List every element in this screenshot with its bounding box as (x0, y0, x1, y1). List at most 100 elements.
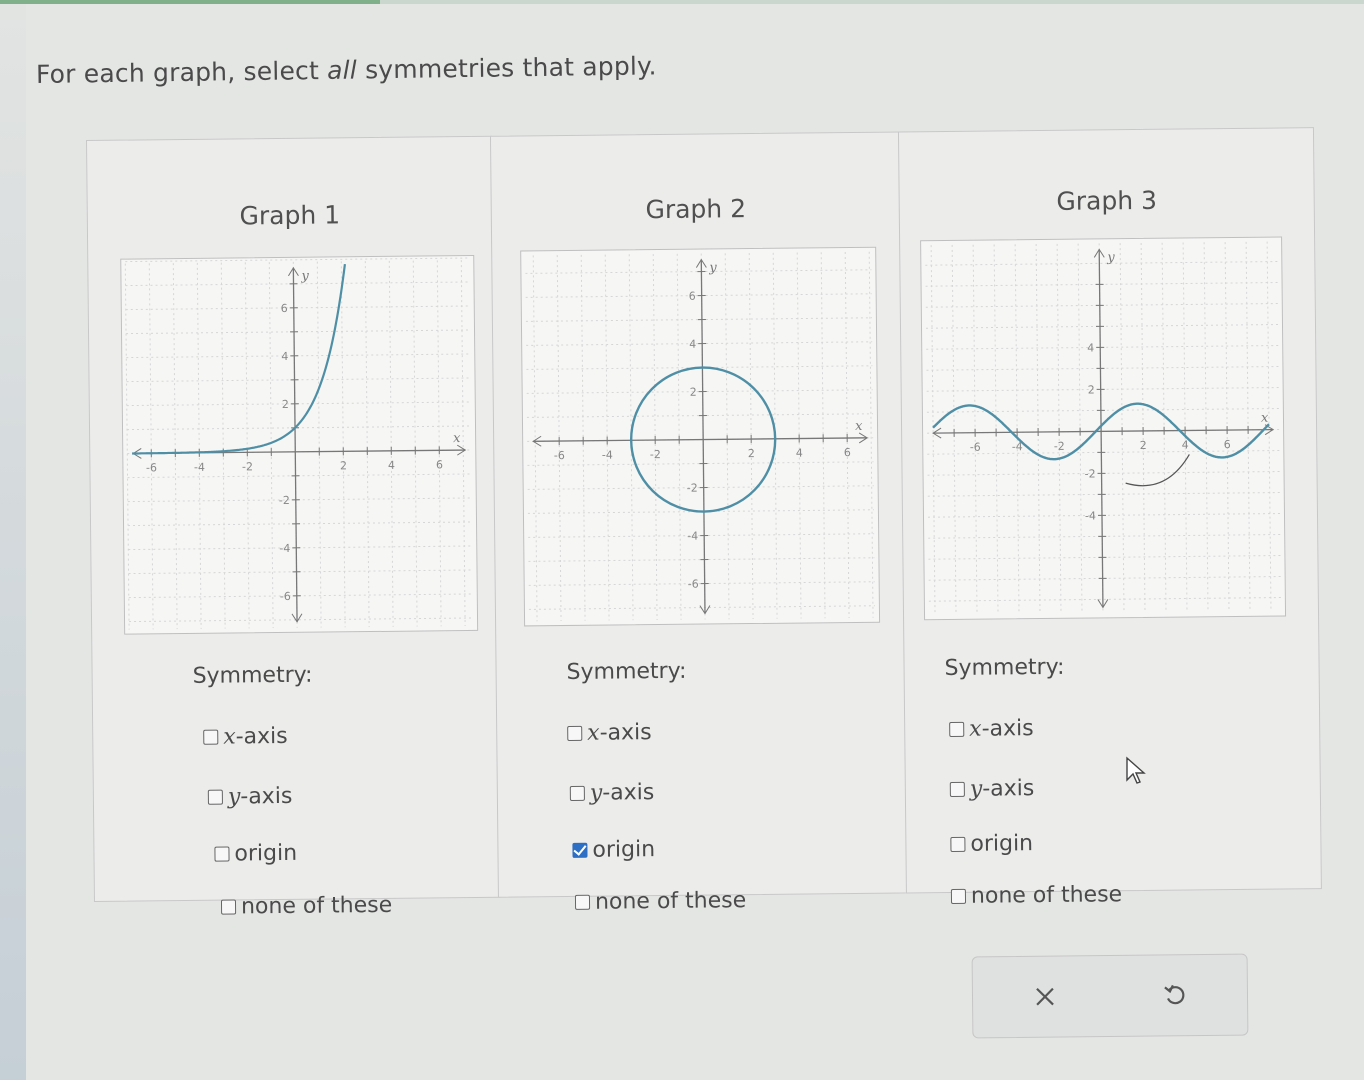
x-tick-label: -2 (242, 460, 253, 473)
checkbox[interactable] (950, 836, 966, 852)
graph-2-option-x-axis[interactable]: x -axis (567, 720, 652, 746)
x-axis-label: x (855, 419, 863, 434)
x-tick-label: 4 (388, 459, 395, 472)
close-icon (1036, 987, 1054, 1006)
y-axis (700, 259, 706, 614)
option-label: origin (234, 840, 298, 867)
grid-line (244, 262, 250, 629)
x-tick-label: 6 (436, 458, 443, 471)
graph-3-title: Graph 3 (1056, 185, 1158, 216)
action-bar (971, 953, 1249, 1039)
option-label: -axis (235, 723, 288, 750)
graph-3-symmetry-label: Symmetry: (944, 654, 1065, 682)
y-tick-label: 4 (1087, 341, 1094, 354)
graph-1-option-none-of-these[interactable]: none of these (220, 892, 393, 920)
y-axis (292, 267, 298, 622)
graph-1-option-x-axis[interactable]: x -axis (203, 724, 288, 750)
checkbox[interactable] (203, 729, 219, 745)
option-label: origin (970, 831, 1034, 857)
progress-accent (0, 0, 380, 4)
y-tick-label: 4 (689, 338, 696, 351)
grid-line (532, 255, 538, 622)
grid-line (172, 263, 178, 630)
graph-1-column: Graph 1 -6 -4 -2 2 4 6 6 4 2 -2 -4 -6 x y Symmetry: x… (86, 135, 500, 919)
exponential-curve (132, 263, 347, 455)
grid-line (388, 260, 394, 627)
checkbox[interactable] (569, 785, 585, 801)
x-tick-label: -4 (602, 449, 613, 462)
checkbox[interactable] (207, 789, 223, 805)
graph-2-option-origin[interactable]: origin (572, 837, 655, 863)
graph-3-option-y-axis[interactable]: y -axis (949, 776, 1034, 802)
graph-2-option-none-of-these[interactable]: none of these (574, 888, 746, 915)
option-label: -axis (981, 716, 1034, 742)
option-label: -axis (240, 783, 293, 810)
question-emphasis: all (326, 55, 358, 85)
graph-3-option-x-axis[interactable]: x -axis (949, 716, 1034, 742)
y-tick-label: 2 (282, 398, 289, 411)
graph-1-symmetry-label: Symmetry: (192, 662, 313, 689)
y-tick-label: 4 (281, 350, 288, 363)
checkbox[interactable] (220, 899, 237, 915)
question-prefix: For each graph, select (35, 55, 328, 89)
option-variable: x (587, 720, 600, 746)
grid-line (124, 263, 130, 630)
graph-1-svg: -6 -4 -2 2 4 6 6 4 2 -2 -4 -6 x y (124, 257, 474, 630)
graph-3-option-origin[interactable]: origin (950, 831, 1033, 857)
graph-3-column: Graph 3 -6 -4 -2 2 4 6 4 2 -2 -4 x y Symmetry: x -ax… (897, 127, 1322, 909)
graph-2-plot: -6 -4 -2 2 4 6 6 4 2 -2 -4 -6 x y (520, 246, 881, 627)
checkbox[interactable] (949, 781, 965, 797)
grid-line (220, 262, 226, 629)
checkbox[interactable] (574, 894, 591, 910)
y-tick-label: 2 (690, 386, 697, 399)
grid-line (126, 329, 471, 335)
checkbox[interactable] (214, 846, 230, 862)
y-axis-label: y (300, 269, 309, 284)
y-tick-label: -4 (279, 542, 290, 555)
graph-1-title: Graph 1 (239, 200, 341, 231)
y-tick-label: -4 (1085, 509, 1096, 522)
option-variable: x (223, 724, 236, 750)
option-label: none of these (240, 892, 393, 920)
grid-line (436, 260, 442, 627)
pen-stroke-mark (1125, 454, 1190, 487)
graph-3-option-none-of-these[interactable]: none of these (950, 882, 1122, 909)
graph-1-option-y-axis[interactable]: y -axis (207, 783, 293, 810)
mouse-pointer-icon (1126, 756, 1146, 784)
question-suffix: symmetries that apply. (356, 51, 657, 85)
graph-2-title: Graph 2 (645, 194, 747, 225)
y-tick-label: 6 (689, 290, 696, 303)
x-tick-label: 4 (796, 447, 803, 460)
checkbox[interactable] (950, 888, 967, 904)
grid-line (412, 260, 418, 627)
x-tick-label: 4 (1182, 438, 1189, 451)
graph-1-option-origin[interactable]: origin (214, 841, 297, 867)
x-tick-label: 6 (844, 446, 851, 459)
grid-line (928, 597, 1281, 602)
checkbox[interactable] (949, 721, 965, 737)
option-variable: y (227, 784, 241, 810)
graphs-panel: Graph 1 -6 -4 -2 2 4 6 6 4 2 -2 -4 -6 x y Symmetry: x… (86, 127, 1324, 922)
graph-2-svg: -6 -4 -2 2 4 6 6 4 2 -2 -4 -6 x y (525, 251, 875, 622)
top-bar (0, 0, 1364, 4)
question-text: For each graph, select all symmetries th… (36, 51, 657, 89)
x-tick-label: -4 (194, 461, 205, 474)
x-tick-label: -2 (650, 448, 661, 461)
option-variable: y (969, 776, 983, 802)
x-tick-label: -2 (1054, 440, 1065, 453)
y-tick-label: -2 (1085, 467, 1096, 480)
y-tick-label: -2 (279, 494, 290, 507)
clear-button[interactable] (1015, 974, 1075, 1019)
option-label: -axis (599, 720, 652, 746)
x-tick-label: 6 (1224, 438, 1231, 451)
x-axis-label: x (1261, 411, 1269, 426)
undo-icon (1164, 984, 1185, 1005)
undo-button[interactable] (1145, 973, 1205, 1018)
grid-line (129, 617, 474, 623)
y-tick-label: -6 (280, 590, 291, 603)
checkbox[interactable] (572, 842, 588, 858)
y-tick-label: 6 (281, 302, 288, 315)
checkbox[interactable] (567, 725, 583, 741)
graph-2-option-y-axis[interactable]: y -axis (569, 780, 654, 806)
graph-3-svg: -6 -4 -2 2 4 642-2-4xy (925, 241, 1281, 616)
